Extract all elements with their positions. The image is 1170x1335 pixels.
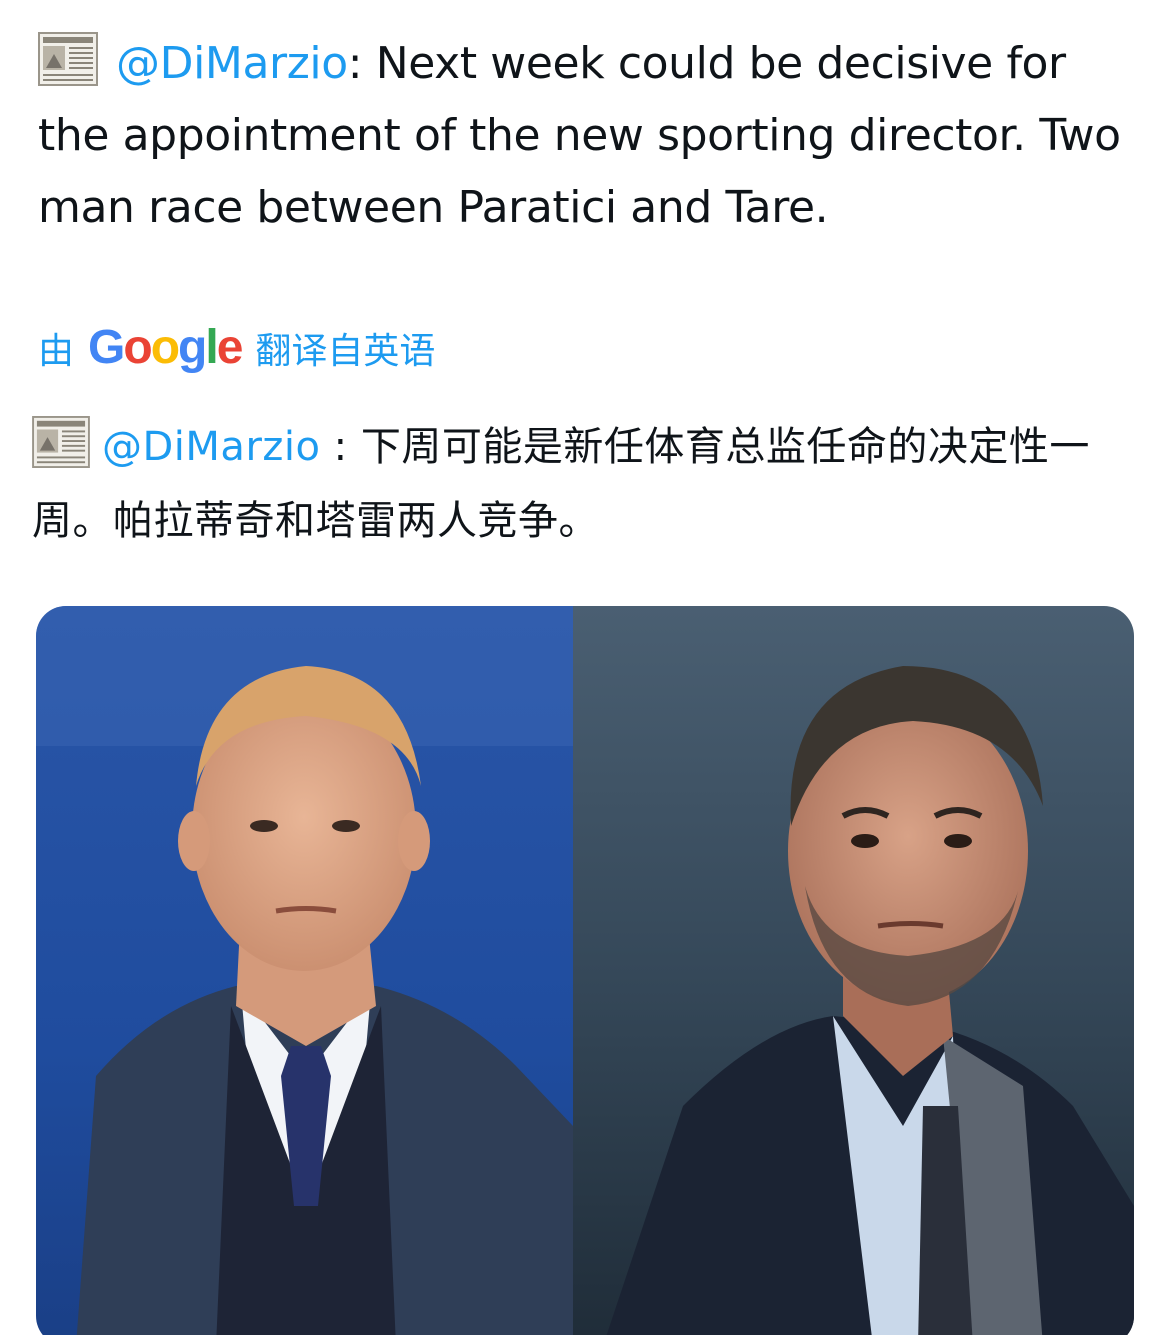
google-logo-letter: o xyxy=(123,321,152,374)
google-logo-letter: e xyxy=(216,321,244,374)
google-logo: Google xyxy=(88,321,244,374)
man-in-suit-photo xyxy=(36,606,573,1335)
photo-right[interactable] xyxy=(573,606,1134,1335)
photo-left[interactable] xyxy=(36,606,573,1335)
translated-by-prefix: 由 xyxy=(38,331,75,372)
tweet-screenshot: @DiMarzio: Next week could be decisive f… xyxy=(0,0,1170,1335)
mention-link[interactable]: @DiMarzio xyxy=(116,38,348,89)
newspaper-icon xyxy=(32,416,90,468)
mention-link[interactable]: @DiMarzio xyxy=(102,424,320,470)
newspaper-icon xyxy=(38,32,98,86)
tweet-text-block: @DiMarzio: Next week could be decisive f… xyxy=(38,28,1128,244)
google-logo-letter: l xyxy=(205,321,218,374)
man-in-suit-photo xyxy=(573,606,1134,1335)
translated-by-google[interactable]: 由 Google 翻译自英语 xyxy=(38,318,435,378)
google-logo-letter: o xyxy=(150,321,180,374)
google-logo-letter: g xyxy=(178,321,207,374)
google-logo-letter: G xyxy=(88,321,125,374)
tweet-media[interactable] xyxy=(36,606,1134,1335)
translated-text-block: @DiMarzio : 下周可能是新任体育总监任命的决定性一周。帕拉蒂奇和塔雷两… xyxy=(32,410,1142,558)
translated-from-english: 翻译自英语 xyxy=(255,331,436,372)
